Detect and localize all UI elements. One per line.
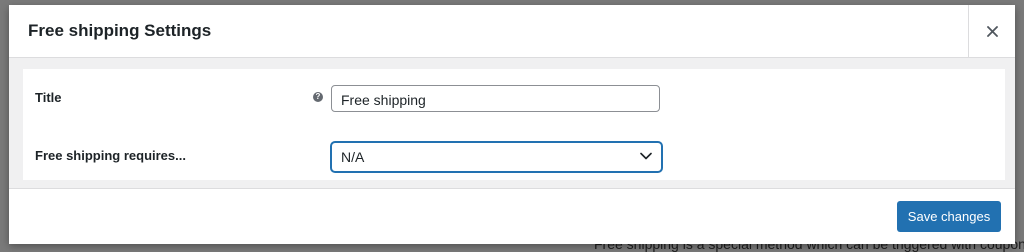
modal-header: Free shipping Settings: [9, 5, 1015, 58]
requires-label: Free shipping requires...: [35, 148, 186, 163]
title-label: Title: [35, 90, 62, 105]
save-changes-button[interactable]: Save changes: [897, 201, 1001, 232]
requires-row: Free shipping requires... N/A: [23, 124, 1005, 180]
modal-title: Free shipping Settings: [28, 21, 212, 40]
title-row: Title ? Free shipping: [23, 69, 1005, 124]
requires-selected-value: N/A: [341, 149, 365, 165]
chevron-down-icon: [640, 152, 652, 160]
settings-modal: Free shipping Settings Title ? Free ship…: [9, 5, 1015, 244]
close-button[interactable]: [968, 5, 1015, 57]
modal-body: Title ? Free shipping Free shipping requ…: [9, 58, 1015, 188]
modal-footer: Save changes: [9, 188, 1015, 244]
title-input-value: Free shipping: [341, 92, 426, 108]
title-input[interactable]: Free shipping: [331, 85, 660, 112]
settings-form: Title ? Free shipping Free shipping requ…: [23, 69, 1005, 180]
requires-select[interactable]: N/A: [331, 142, 662, 172]
question-mark-icon[interactable]: ?: [313, 92, 323, 102]
close-icon: [986, 25, 998, 37]
